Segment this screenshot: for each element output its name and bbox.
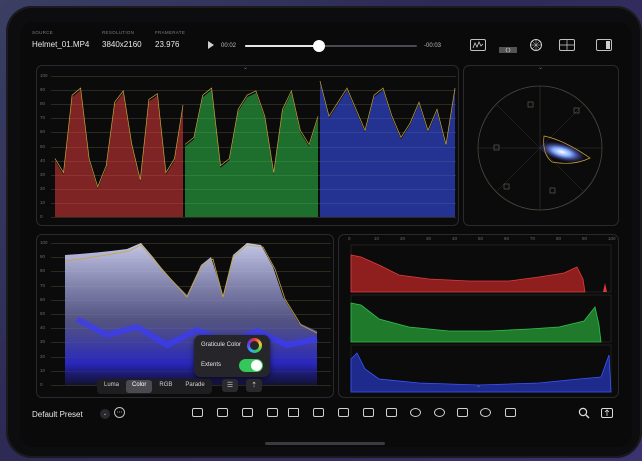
add-scope-icon[interactable] [192, 408, 203, 417]
mode-color[interactable]: Color [126, 380, 153, 393]
bottom-toolbar: Default Preset ⌄ ⋯ [20, 404, 632, 432]
scrubber[interactable] [245, 40, 417, 52]
framerate-value: 23.976 [155, 40, 180, 49]
vectorscope-icon[interactable] [530, 39, 542, 51]
framerate-label: FRAMERATE [155, 30, 186, 35]
share-icon[interactable] [601, 408, 613, 418]
more-options-button[interactable]: ⋯ [114, 407, 125, 418]
color-waveform [64, 243, 318, 385]
settings-sliders-icon[interactable]: ☰ [222, 379, 238, 392]
chevron-updown-icon[interactable]: ⌄ [100, 409, 110, 419]
waveform-settings-popover: Graticule Color Extents [194, 335, 270, 377]
vectorscope-graph [477, 85, 603, 211]
extents-toggle[interactable] [239, 359, 263, 372]
image-stack-icon[interactable] [386, 408, 397, 417]
chevron-up-icon[interactable]: ⌃ [476, 385, 481, 392]
image-icon[interactable] [313, 408, 324, 417]
sidebar-icon[interactable] [596, 39, 612, 51]
green-channel-trace [185, 90, 318, 217]
scrubber-knob[interactable] [312, 40, 325, 52]
preset-select[interactable]: Default Preset [32, 410, 83, 419]
vectorscope-panel[interactable]: ⌄ [463, 65, 619, 226]
search-icon[interactable] [578, 407, 590, 419]
mode-parade[interactable]: Parade [179, 380, 210, 393]
home-indicator [265, 442, 385, 445]
upload-icon[interactable]: ⇡ [246, 379, 262, 392]
cube-icon[interactable] [457, 408, 468, 417]
mode-luma[interactable]: Luma [98, 380, 125, 393]
nd-filter-icon[interactable] [338, 408, 349, 417]
camera-icon[interactable] [363, 408, 374, 417]
parade-waveform [54, 81, 456, 217]
safe-area-icon[interactable] [242, 408, 253, 417]
toggle-knob [251, 360, 262, 371]
crop-icon[interactable] [267, 408, 278, 417]
play-icon[interactable] [208, 41, 214, 49]
extents-label: Extents [201, 362, 222, 368]
waveform-panel[interactable]: 100 90 80 70 60 50 40 30 20 10 0 [36, 234, 334, 398]
scope-mode-segmented-control: Luma Color RGB Parade [97, 379, 212, 394]
ipad-frame: SOURCE Helmet_01.MP4 RESOLUTION 3840x216… [6, 6, 642, 458]
target-icon[interactable] [505, 408, 516, 417]
layout-grid-icon[interactable] [559, 39, 575, 51]
app-screen: SOURCE Helmet_01.MP4 RESOLUTION 3840x216… [20, 22, 632, 447]
split-icon[interactable] [288, 408, 299, 417]
graticule-color-picker[interactable] [247, 338, 262, 353]
elapsed-time: 00:02 [221, 43, 237, 49]
no-icon[interactable] [410, 408, 421, 417]
palette-icon[interactable] [480, 408, 491, 417]
mode-rgb[interactable]: RGB [153, 380, 178, 393]
rgb-histogram [350, 244, 612, 393]
scrubber-progress [245, 45, 319, 47]
graticule-color-label: Graticule Color [201, 342, 242, 348]
source-value: Helmet_01.MP4 [32, 40, 90, 49]
waveform-icon[interactable] [470, 39, 486, 51]
top-bar: SOURCE Helmet_01.MP4 RESOLUTION 3840x216… [20, 22, 632, 64]
resolution-value: 3840x2160 [102, 40, 142, 49]
remaining-time: -00:03 [424, 43, 442, 49]
source-label: SOURCE [32, 30, 54, 35]
timer-icon[interactable] [434, 408, 445, 417]
resolution-label: RESOLUTION [102, 30, 135, 35]
frame-icon[interactable] [217, 408, 228, 417]
rgb-parade-panel[interactable]: ⌄ 100 90 80 70 60 50 40 30 20 10 0 [36, 65, 459, 226]
histogram-panel[interactable]: 0 10 20 30 40 50 60 70 80 90 100 ⌃ [338, 234, 619, 398]
parade-icon[interactable] [499, 41, 517, 53]
